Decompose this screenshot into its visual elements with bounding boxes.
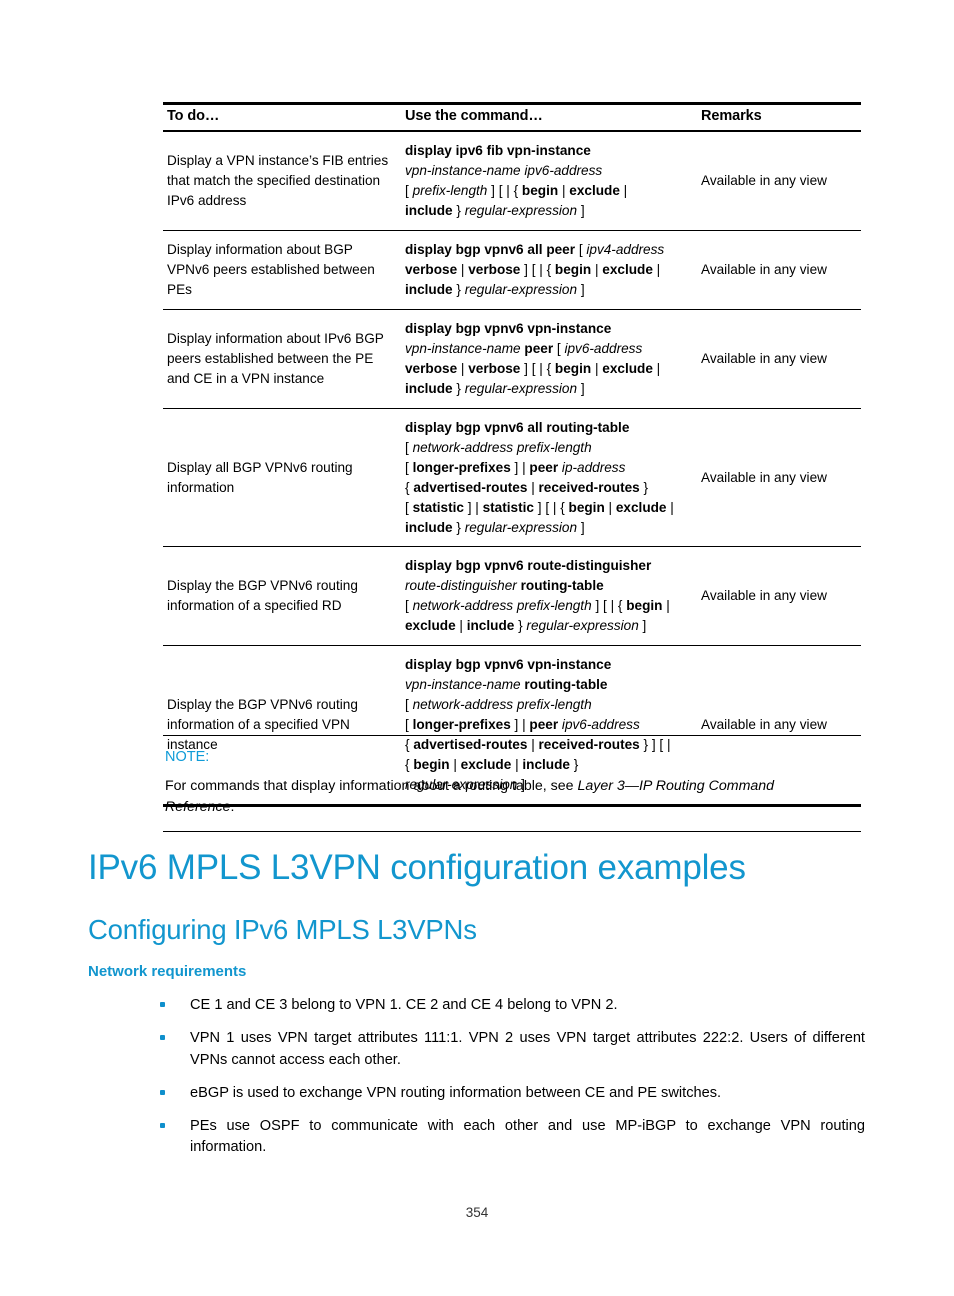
list-item: eBGP is used to exchange VPN routing inf…: [160, 1083, 865, 1105]
cell-remarks: Available in any view: [697, 230, 861, 310]
list-item: CE 1 and CE 3 belong to VPN 1. CE 2 and …: [160, 995, 865, 1017]
command-line: exclude | include } regular-expression ]: [405, 618, 647, 634]
command-line: display bgp vpnv6 route-distinguisher: [405, 558, 652, 574]
command-line: include } regular-expression ]: [405, 202, 585, 218]
cell-remarks: Available in any view: [697, 131, 861, 231]
command-reference-table: To do… Use the command… Remarks Display …: [163, 102, 861, 808]
cell-command: display bgp vpnv6 route-distinguisher rou…: [401, 546, 697, 647]
column-header-remarks: Remarks: [697, 102, 861, 132]
list-item-text: PEs use OSPF to communicate with each ot…: [190, 1117, 865, 1156]
cell-command: display bgp vpnv6 all peer [ ipv4-addres…: [401, 230, 697, 310]
table-row: Display the BGP VPNv6 routing informatio…: [163, 546, 861, 647]
document-page: To do… Use the command… Remarks Display …: [0, 0, 954, 1296]
list-item-text: eBGP is used to exchange VPN routing inf…: [190, 1084, 722, 1101]
command-line: display bgp vpnv6 vpn-instance: [405, 320, 612, 336]
table-row: Display all BGP VPNv6 routing informatio…: [163, 408, 861, 548]
command-line: [ network-address prefix-length: [405, 439, 592, 455]
command-line: { advertised-routes | received-routes }: [405, 479, 649, 495]
note-text-after: .: [230, 799, 235, 816]
table-header-row: To do… Use the command… Remarks: [163, 102, 861, 132]
list-item-text: CE 1 and CE 3 belong to VPN 1. CE 2 and …: [190, 997, 618, 1013]
command-line: vpn-instance-name routing-table: [405, 677, 608, 693]
command-line: display bgp vpnv6 all routing-table: [405, 419, 630, 435]
cell-todo: Display the BGP VPNv6 routing informatio…: [163, 546, 401, 647]
column-header-todo: To do…: [163, 102, 401, 132]
note-label: NOTE:: [165, 749, 210, 765]
table-body: Display a VPN instance’s FIB entries tha…: [163, 131, 861, 808]
command-line: vpn-instance-name peer [ ipv6-address: [405, 340, 643, 356]
bullet-icon: [160, 1116, 190, 1128]
cell-remarks: Available in any view: [697, 408, 861, 548]
cell-command: display bgp vpnv6 vpn-instance vpn-instan…: [401, 309, 697, 409]
page-number: 354: [465, 1205, 489, 1220]
bullet-icon: [160, 1028, 190, 1040]
command-line: display ipv6 fib vpn-instance: [405, 143, 591, 158]
command-line: [ longer-prefixes ] | peer ip-address: [405, 459, 626, 475]
table: To do… Use the command… Remarks Display …: [163, 102, 861, 808]
section-heading-level3: Network requirements: [88, 963, 247, 980]
table-row: Display a VPN instance’s FIB entries tha…: [163, 131, 861, 231]
note-block: NOTE: For commands that display informat…: [163, 735, 861, 832]
cell-todo: Display all BGP VPNv6 routing informatio…: [163, 408, 401, 548]
command-line: display bgp vpnv6 all peer [ ipv4-addres…: [405, 241, 665, 257]
cell-command: display ipv6 fib vpn-instance vpn-instanc…: [401, 131, 697, 231]
table-row: Display information about BGP VPNv6 peer…: [163, 230, 861, 310]
cell-todo: Display information about IPv6 BGP peers…: [163, 309, 401, 409]
table-row: Display information about IPv6 BGP peers…: [163, 309, 861, 409]
cell-todo: Display information about BGP VPNv6 peer…: [163, 230, 401, 310]
command-line: [ prefix-length ] [ | { begin | exclude …: [405, 182, 628, 198]
note-text: For commands that display information ab…: [165, 776, 843, 819]
command-line: [ network-address prefix-length: [405, 697, 592, 713]
note-text-before: For commands that display information ab…: [165, 778, 578, 794]
network-requirements-list: CE 1 and CE 3 belong to VPN 1. CE 2 and …: [160, 995, 865, 1170]
command-line: vpn-instance-name ipv6-address: [405, 162, 603, 178]
bullet-icon: [160, 1083, 190, 1095]
command-line: route-distinguisher routing-table: [405, 578, 604, 594]
table-header: To do… Use the command… Remarks: [163, 102, 861, 132]
command-line: verbose | verbose ] [ | { begin | exclud…: [405, 261, 661, 277]
list-item: PEs use OSPF to communicate with each ot…: [160, 1116, 865, 1160]
command-line: display bgp vpnv6 vpn-instance: [405, 657, 612, 673]
cell-command: display bgp vpnv6 all routing-table [ net…: [401, 408, 697, 548]
command-line: include } regular-expression ]: [405, 281, 585, 297]
list-item: VPN 1 uses VPN target attributes 111:1. …: [160, 1028, 865, 1072]
command-line: [ longer-prefixes ] | peer ipv6-address: [405, 717, 640, 733]
cell-remarks: Available in any view: [697, 309, 861, 409]
command-line: include } regular-expression ]: [405, 380, 585, 396]
bullet-icon: [160, 995, 190, 1007]
command-line: [ network-address prefix-length ] [ | { …: [405, 598, 670, 614]
cell-remarks: Available in any view: [697, 546, 861, 647]
section-heading-level2: Configuring IPv6 MPLS L3VPNs: [88, 914, 477, 945]
command-line: [ statistic ] | statistic ] [ | { begin …: [405, 499, 674, 515]
list-item-text: VPN 1 uses VPN target attributes 111:1. …: [190, 1029, 865, 1068]
section-heading-level1: IPv6 MPLS L3VPN configuration examples: [88, 848, 746, 887]
command-line: verbose | verbose ] [ | { begin | exclud…: [405, 360, 661, 376]
cell-todo: Display a VPN instance’s FIB entries tha…: [163, 131, 401, 231]
column-header-command: Use the command…: [401, 102, 697, 132]
command-line: include } regular-expression ]: [405, 519, 585, 535]
